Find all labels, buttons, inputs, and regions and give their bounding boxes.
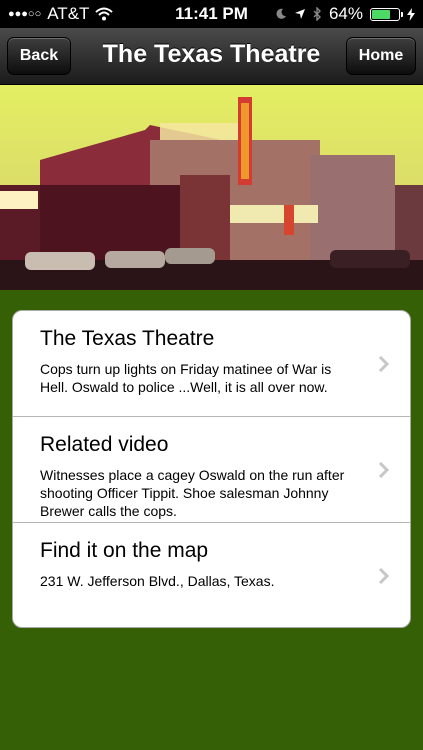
- chevron-right-icon: [378, 462, 390, 478]
- chevron-right-icon: [378, 356, 390, 372]
- battery-percent: 64%: [328, 4, 363, 23]
- battery-level: [372, 9, 390, 19]
- theatre-photo: [0, 85, 423, 290]
- battery-icon: [370, 7, 403, 21]
- detail-list: The Texas Theatre Cops turn up lights on…: [12, 310, 411, 628]
- status-bar: ●●●○○ AT&T 11:41 PM 64%: [0, 0, 423, 28]
- chevron-right-icon: [378, 568, 390, 584]
- home-button[interactable]: Home: [346, 37, 416, 75]
- theatre-photo-illustration: [0, 85, 423, 290]
- list-item-description: Witnesses place a cagey Oswald on the ru…: [40, 467, 345, 519]
- navigation-bar: Back The Texas Theatre Home: [0, 28, 423, 85]
- charging-bolt-icon: [407, 7, 415, 21]
- list-item-title: Find it on the map: [40, 539, 209, 562]
- list-item-title: The Texas Theatre: [40, 327, 215, 350]
- list-item-description: Cops turn up lights on Friday matinee of…: [40, 361, 332, 395]
- location-arrow-icon: [294, 9, 305, 19]
- list-item-title: Related video: [40, 433, 169, 456]
- list-item-map[interactable]: Find it on the map 231 W. Jefferson Blvd…: [13, 523, 410, 627]
- list-item-description: 231 W. Jefferson Blvd., Dallas, Texas.: [40, 573, 275, 589]
- status-right: 64%: [275, 4, 415, 24]
- list-item-theatre[interactable]: The Texas Theatre Cops turn up lights on…: [13, 311, 410, 417]
- bluetooth-icon: [313, 7, 321, 21]
- moon-icon: [276, 8, 286, 19]
- list-item-related-video[interactable]: Related video Witnesses place a cagey Os…: [13, 417, 410, 523]
